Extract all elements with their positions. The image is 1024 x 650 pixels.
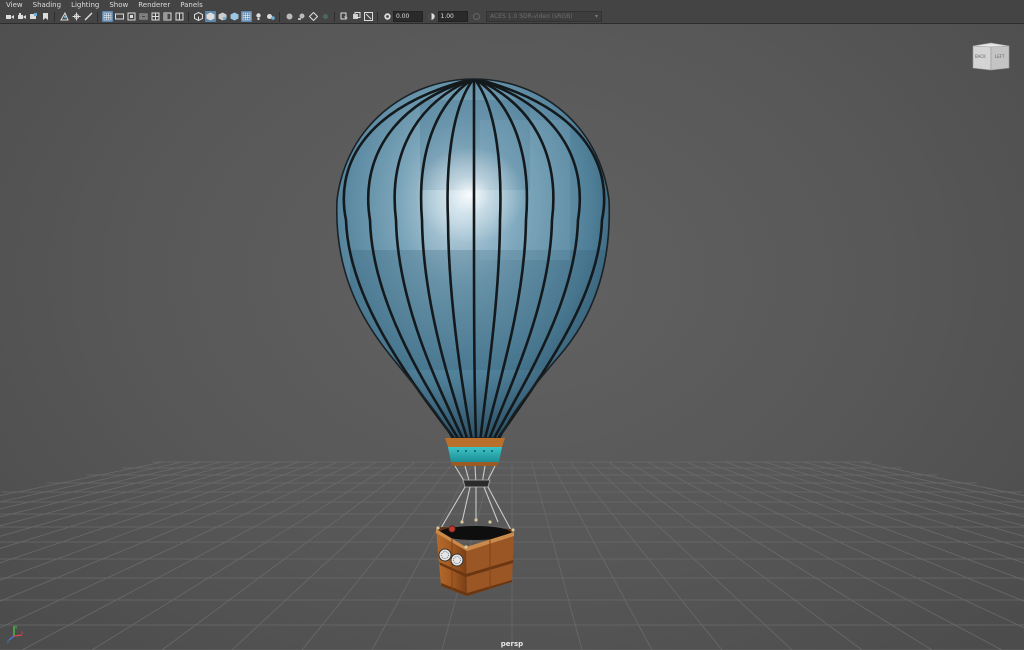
color-management-icon[interactable]: [363, 11, 374, 22]
panel-toolbar: ACES 1.0 SDR-video (sRGB) ▾: [0, 10, 1024, 24]
toolbar-separator: [188, 11, 189, 22]
motion-blur-icon[interactable]: [284, 11, 295, 22]
panel-menu-bar: View Shading Lighting Show Renderer Pane…: [0, 0, 1024, 10]
camera-attributes-icon[interactable]: [16, 11, 27, 22]
bookmark-icon[interactable]: [28, 11, 39, 22]
select-camera-icon[interactable]: [4, 11, 15, 22]
exposure-field[interactable]: [393, 11, 423, 22]
default-material-icon[interactable]: [174, 11, 185, 22]
toolbar-separator: [377, 11, 378, 22]
toolbar-separator: [54, 11, 55, 22]
xray-components-icon[interactable]: [229, 11, 240, 22]
wireframe-on-shaded-icon[interactable]: [193, 11, 204, 22]
grid-icon[interactable]: [59, 11, 70, 22]
safe-title-icon[interactable]: [138, 11, 149, 22]
view-transform-icon[interactable]: [471, 11, 482, 22]
xray-icon[interactable]: [204, 11, 216, 22]
color-space-dropdown[interactable]: ACES 1.0 SDR-video (sRGB) ▾: [486, 11, 602, 22]
svg-text:x: x: [21, 630, 24, 635]
field-chart-icon[interactable]: [114, 11, 125, 22]
isolate-select-icon[interactable]: [308, 11, 319, 22]
balloon-basket[interactable]: [436, 518, 515, 596]
menu-show[interactable]: Show: [104, 0, 133, 10]
menu-panels[interactable]: Panels: [175, 0, 208, 10]
perspective-viewport[interactable]: BACK LEFT y x z persp: [0, 24, 1024, 650]
safe-action-icon[interactable]: [126, 11, 137, 22]
viewcube[interactable]: BACK LEFT: [971, 42, 1011, 74]
basket-gauge-right: [450, 553, 464, 567]
all-lights-icon[interactable]: [240, 11, 252, 22]
chevron-down-icon: ▾: [594, 13, 598, 20]
ambient-occlusion-icon[interactable]: [265, 11, 276, 22]
gamma-field[interactable]: [437, 11, 468, 22]
shadows-icon[interactable]: [253, 11, 264, 22]
exposure-icon[interactable]: [382, 11, 393, 22]
toolbar-separator: [279, 11, 280, 22]
wireframe-icon[interactable]: [150, 11, 161, 22]
image-plane-icon[interactable]: [40, 11, 51, 22]
xray-toggle-icon[interactable]: [320, 11, 331, 22]
menu-view[interactable]: View: [0, 0, 28, 10]
film-gate-icon[interactable]: [71, 11, 82, 22]
scene-canvas[interactable]: [0, 24, 1024, 650]
multisample-aa-icon[interactable]: [296, 11, 307, 22]
menu-shading[interactable]: Shading: [28, 0, 66, 10]
toolbar-separator: [334, 11, 335, 22]
color-space-value: ACES 1.0 SDR-video (sRGB): [490, 13, 573, 20]
basket-gauge-left: [438, 548, 452, 562]
menu-lighting[interactable]: Lighting: [66, 0, 104, 10]
resolution-gate-icon[interactable]: [83, 11, 94, 22]
gate-mask-icon[interactable]: [101, 11, 113, 22]
viewcube-back-face[interactable]: BACK: [975, 54, 986, 59]
toolbar-separator: [97, 11, 98, 22]
svg-text:y: y: [15, 624, 18, 629]
viewcube-left-face[interactable]: LEFT: [995, 54, 1004, 59]
xray-joints-icon[interactable]: [217, 11, 228, 22]
camera-name-label: persp: [500, 640, 524, 648]
balloon-envelope[interactable]: [335, 78, 611, 439]
gamma-icon[interactable]: [426, 11, 437, 22]
texture-icon[interactable]: [351, 11, 362, 22]
maya-viewport-panel: View Shading Lighting Show Renderer Pane…: [0, 0, 1024, 650]
smooth-shade-icon[interactable]: [162, 11, 173, 22]
frame-selection-icon[interactable]: [339, 11, 350, 22]
balloon-skirt-band[interactable]: [445, 438, 505, 466]
menu-renderer[interactable]: Renderer: [133, 0, 175, 10]
